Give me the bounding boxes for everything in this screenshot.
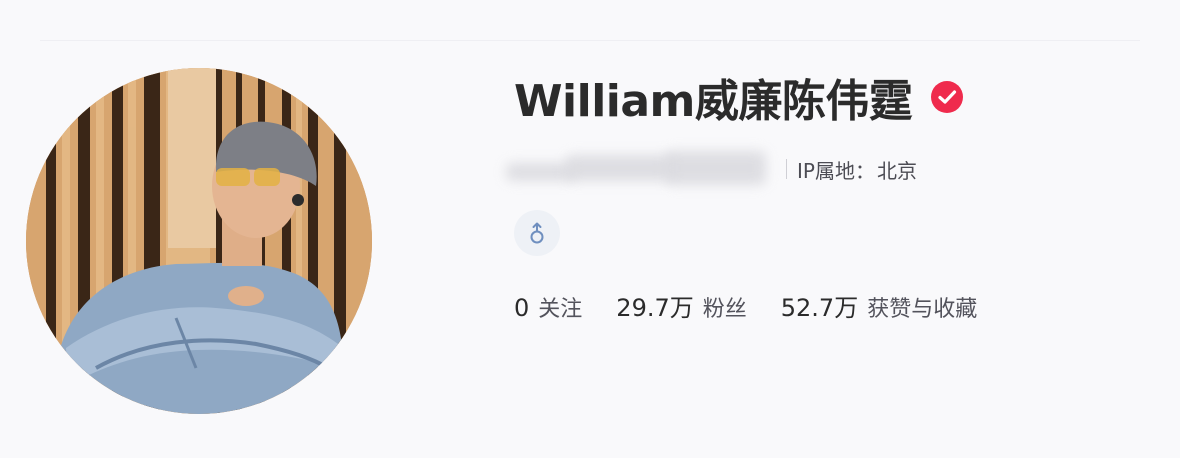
stat-likes-collections[interactable]: 52.7万 获赞与收藏 bbox=[781, 288, 977, 323]
meta-row: IP属地： 北京 bbox=[506, 146, 1154, 192]
name-row: William威廉陈伟霆 bbox=[514, 64, 1154, 130]
ip-location-value: 北京 bbox=[876, 158, 917, 183]
user-name: William威廉陈伟霆 bbox=[514, 76, 913, 127]
stat-following[interactable]: 0 关注 bbox=[514, 291, 582, 323]
avatar[interactable] bbox=[26, 68, 372, 414]
stats-row: 0 关注 29.7万 粉丝 52.7万 获赞与收藏 bbox=[514, 288, 1154, 324]
avatar-photo bbox=[26, 68, 372, 414]
stat-label: 粉丝 bbox=[702, 297, 747, 322]
gender-badge bbox=[514, 210, 560, 256]
stat-label: 关注 bbox=[538, 297, 583, 322]
profile-info: William威廉陈伟霆 IP属地： 北京 0 关注 29.7万 粉丝 52.7… bbox=[506, 64, 1154, 324]
divider bbox=[40, 40, 1140, 41]
blurred-user-id bbox=[506, 149, 776, 189]
stat-value: 29.7万 bbox=[616, 294, 694, 322]
stat-value: 52.7万 bbox=[780, 294, 859, 322]
stat-value: 0 bbox=[514, 294, 530, 322]
profile-card: William威廉陈伟霆 IP属地： 北京 0 关注 29.7万 粉丝 52.7… bbox=[0, 0, 1180, 458]
male-icon bbox=[530, 222, 544, 244]
ip-location-label: IP属地： bbox=[797, 158, 875, 183]
stat-followers[interactable]: 29.7万 粉丝 bbox=[616, 288, 746, 323]
separator bbox=[786, 159, 787, 179]
stat-label: 获赞与收藏 bbox=[867, 297, 978, 322]
verified-check-icon bbox=[930, 80, 964, 114]
